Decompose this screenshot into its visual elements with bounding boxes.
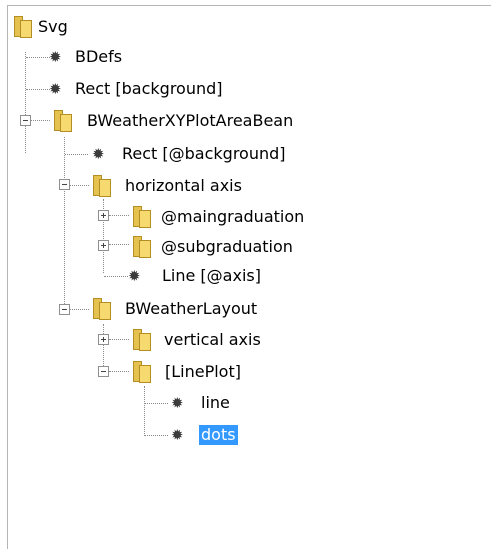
tree-node-label: Line [@axis] <box>162 266 261 285</box>
tree-node-label: Svg <box>38 17 68 36</box>
tree-node-label: line <box>201 393 230 412</box>
tree-node-dots[interactable]: dots <box>168 421 288 452</box>
folder-icon <box>54 110 72 132</box>
tree-node-label: BWeatherXYPlotAreaBean <box>87 111 294 130</box>
tree-node-label: BDefs <box>75 47 123 66</box>
collapse-toggle[interactable] <box>98 366 109 377</box>
collapse-toggle[interactable] <box>20 115 31 126</box>
tree-connector <box>109 339 129 340</box>
node-bullet-icon <box>128 266 141 286</box>
tree-connector <box>104 276 128 277</box>
tree-node-label: @maingraduation <box>161 207 305 226</box>
tree-node-label: [LinePlot] <box>165 362 241 381</box>
tree-node-line[interactable]: line <box>168 389 288 420</box>
tree-connector <box>26 89 50 90</box>
folder-icon <box>133 236 151 258</box>
tree-node-label: Rect [@background] <box>122 144 286 163</box>
tree-node-label: Rect [background] <box>75 79 223 98</box>
node-bullet-icon <box>92 144 105 164</box>
tree-node-label: vertical axis <box>164 330 261 349</box>
folder-icon <box>133 329 151 351</box>
expand-toggle[interactable] <box>98 240 109 251</box>
tree-connector <box>64 137 65 310</box>
tree-node-bdefs[interactable]: BDefs <box>49 43 170 74</box>
tree-node-rect-at-background[interactable]: Rect [@background] <box>89 140 349 171</box>
tree-node-rect-background[interactable]: Rect [background] <box>49 75 270 106</box>
tree-connector <box>109 371 129 372</box>
collapse-toggle[interactable] <box>59 304 70 315</box>
expand-toggle[interactable] <box>98 334 109 345</box>
tree-node-vertical-axis[interactable]: vertical axis <box>129 325 329 356</box>
tree-connector <box>65 154 88 155</box>
tree-connector <box>145 403 168 404</box>
tree-node-label: BWeatherLayout <box>125 299 258 318</box>
tree-view[interactable]: Svg BDefs Rect [background] BWeatherXYPl… <box>7 5 491 549</box>
tree-connector <box>144 386 145 436</box>
tree-node-horizontal-axis[interactable]: horizontal axis <box>89 171 289 202</box>
tree-connector <box>70 309 89 310</box>
tree-node-label: horizontal axis <box>125 176 242 195</box>
tree-connector <box>145 435 168 436</box>
tree-node-svg[interactable]: Svg <box>14 12 114 43</box>
node-bullet-icon <box>49 79 62 99</box>
tree-connector <box>109 215 129 216</box>
tree-node-line-axis[interactable]: Line [@axis] <box>128 262 329 293</box>
folder-icon <box>93 175 111 197</box>
node-bullet-icon <box>171 393 184 413</box>
tree-connector <box>70 185 89 186</box>
tree-connector <box>103 324 104 372</box>
tree-node-maingraduation[interactable]: @maingraduation <box>129 202 349 233</box>
node-bullet-icon <box>171 425 184 445</box>
tree-node-label-selected: dots <box>199 425 238 445</box>
folder-icon <box>133 206 151 228</box>
tree-node-lineplot[interactable]: [LinePlot] <box>129 357 329 388</box>
folder-icon <box>14 16 32 38</box>
tree-connector <box>25 52 26 153</box>
tree-connector <box>31 120 50 121</box>
tree-connector <box>26 57 50 58</box>
tree-node-weather-layout[interactable]: BWeatherLayout <box>89 294 309 325</box>
folder-icon <box>133 361 151 383</box>
tree-node-subgraduation[interactable]: @subgraduation <box>129 233 349 264</box>
node-bullet-icon <box>49 47 62 67</box>
folder-icon <box>93 298 111 320</box>
tree-node-plot-area-bean[interactable]: BWeatherXYPlotAreaBean <box>50 106 350 137</box>
expand-toggle[interactable] <box>98 210 109 221</box>
tree-connector <box>109 244 129 245</box>
collapse-toggle[interactable] <box>59 179 70 190</box>
tree-node-label: @subgraduation <box>161 237 293 256</box>
